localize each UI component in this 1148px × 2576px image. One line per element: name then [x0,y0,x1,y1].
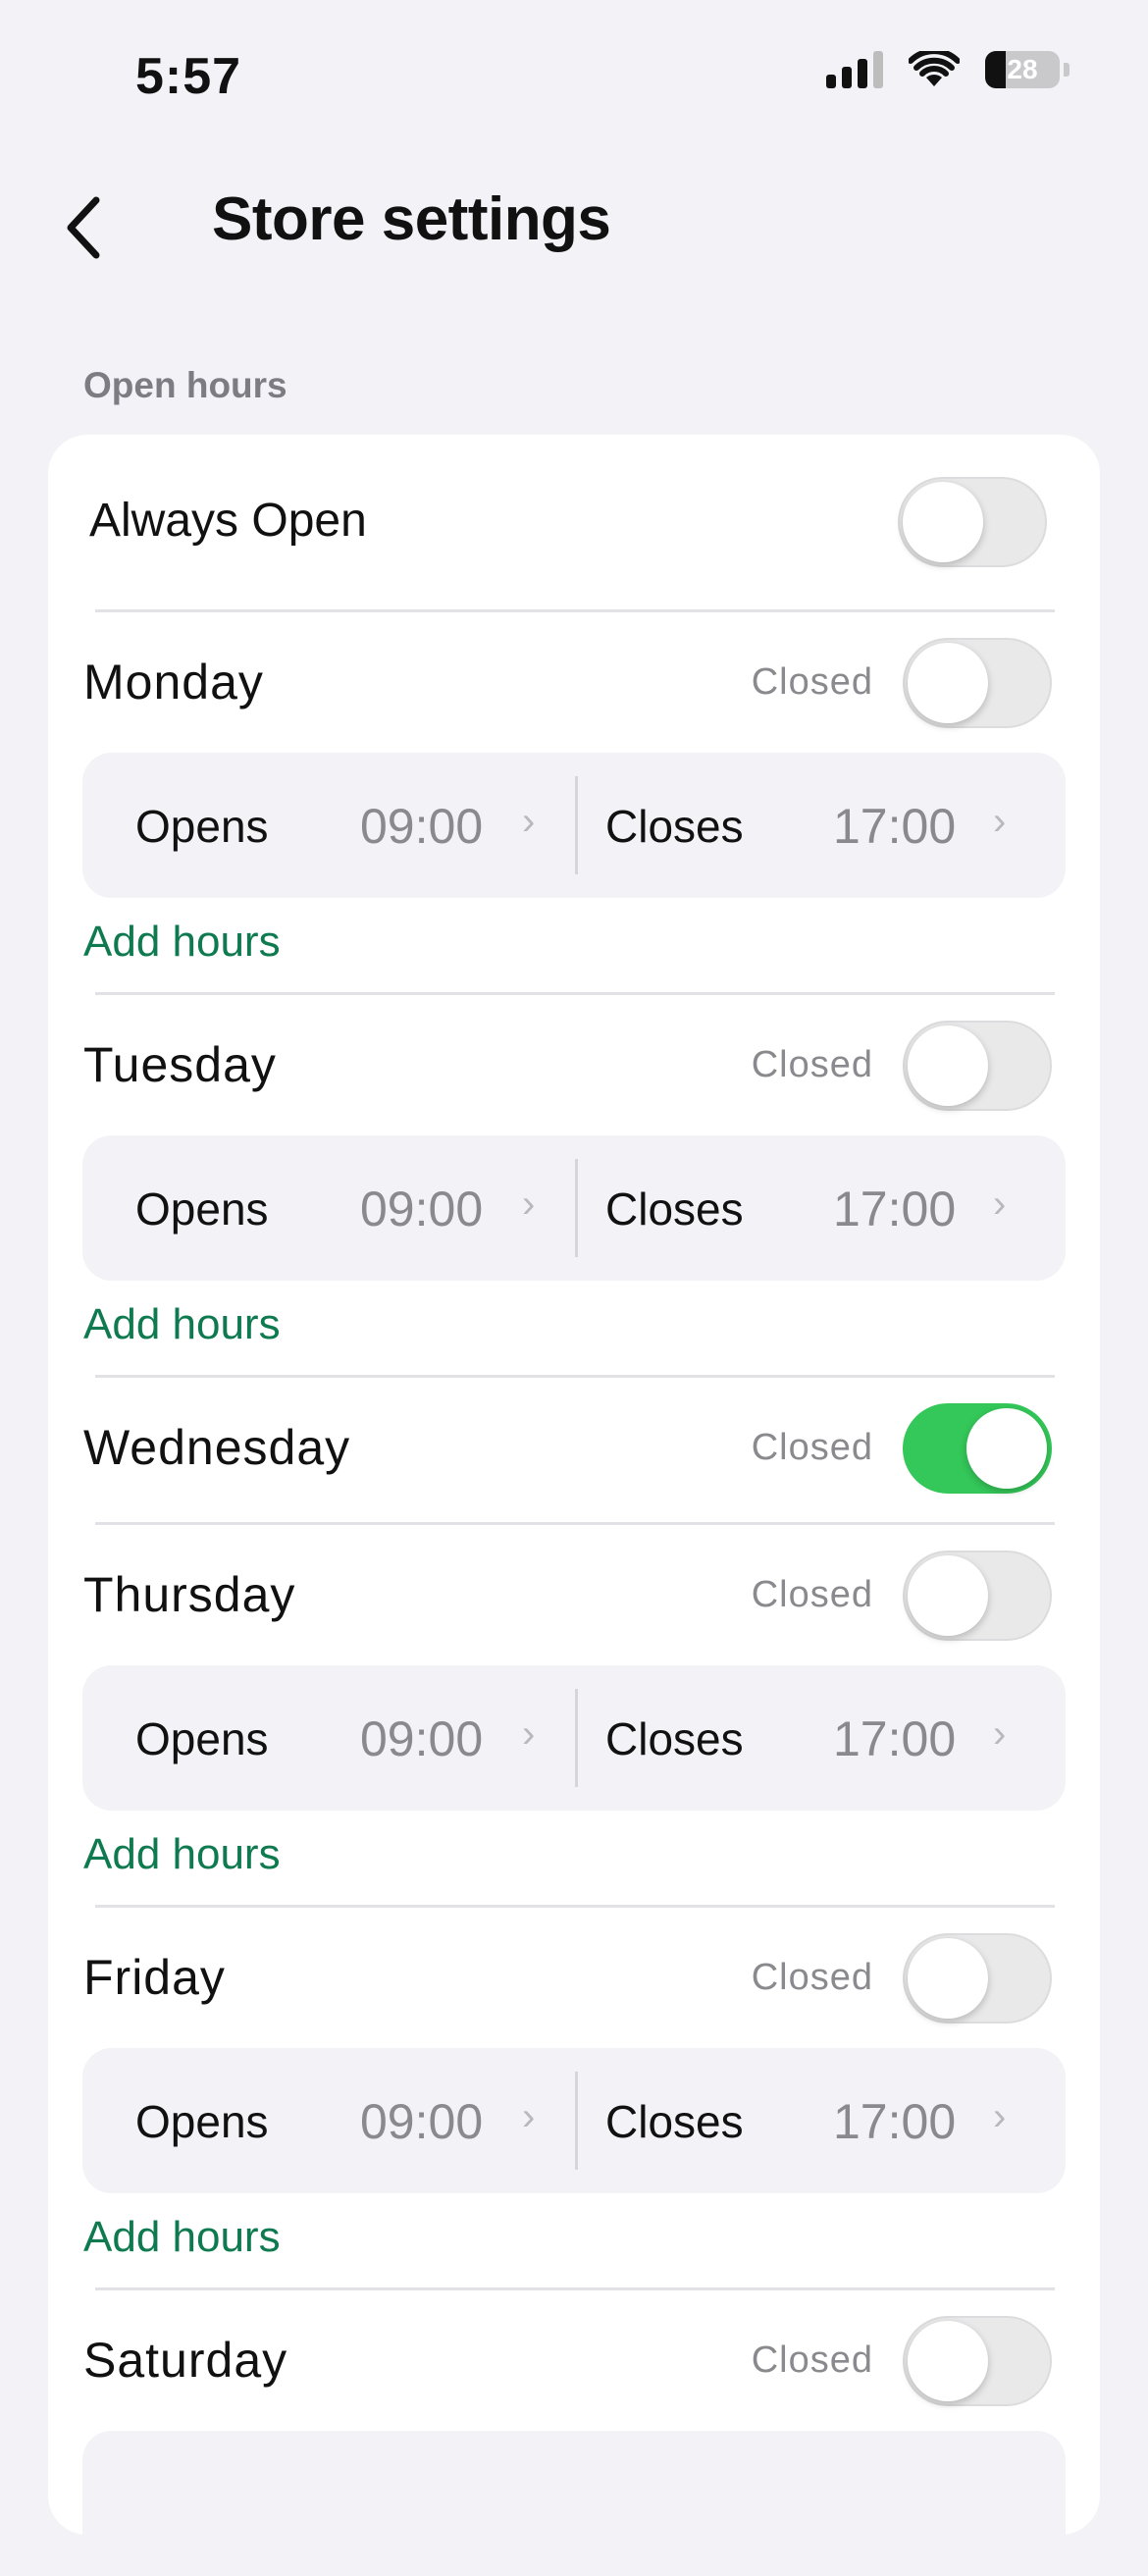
cellular-signal-icon [826,51,883,88]
chevron-right-icon: › [522,2095,536,2138]
day-name: Friday [83,1950,226,2005]
day-tuesday: Tuesday Closed Opens 09:00 › Closes 17:0… [48,995,1100,1378]
tuesday-closed-toggle[interactable] [903,1021,1052,1111]
add-hours-link[interactable]: Add hours [83,1300,281,1349]
hours-range: Opens 09:00 › Closes 17:00 › [82,1665,1066,1811]
opens-time-picker[interactable]: Opens 09:00 › [82,1135,573,1281]
closes-time-picker[interactable]: Closes 17:00 › [575,753,1066,898]
status-bar: 5:57 28 [0,0,1148,147]
closed-label: Closed [751,1427,873,1468]
monday-closed-toggle[interactable] [903,638,1052,728]
day-monday: Monday Closed Opens 09:00 › Closes 17:00… [48,612,1100,995]
hours-range: Opens 09:00 › Closes 17:00 › [82,753,1066,898]
closes-value: 17:00 [833,799,957,854]
open-hours-card: Always Open Monday Closed Opens 09:00 › … [48,435,1100,2576]
opens-time-picker[interactable]: Opens 09:00 › [82,753,573,898]
chevron-right-icon: › [522,800,536,843]
battery-level: 28 [1007,54,1038,84]
chevron-right-icon: › [522,1712,536,1756]
opens-label: Opens [135,1183,269,1235]
wednesday-closed-toggle[interactable] [903,1403,1052,1494]
closes-label: Closes [605,1713,744,1764]
opens-label: Opens [135,801,269,852]
day-name: Saturday [83,2333,288,2388]
status-time: 5:57 [135,48,242,105]
page-title: Store settings [212,185,611,253]
opens-label: Opens [135,1713,269,1764]
day-friday: Friday Closed Opens 09:00 › Closes 17:00… [48,1908,1100,2290]
chevron-right-icon: › [993,2095,1007,2138]
closes-value: 17:00 [833,2094,957,2149]
hours-range: Opens 09:00 › Closes 17:00 › [82,2048,1066,2193]
hours-range [82,2431,1066,2576]
chevron-right-icon: › [522,1183,536,1226]
saturday-closed-toggle[interactable] [903,2316,1052,2406]
closes-label: Closes [605,801,744,852]
always-open-label: Always Open [89,495,367,547]
day-name: Tuesday [83,1037,277,1092]
battery-icon: 28 [985,51,1060,88]
closes-value: 17:00 [833,1711,957,1766]
closed-label: Closed [751,1044,873,1085]
closes-time-picker[interactable]: Closes 17:00 › [575,2048,1066,2193]
always-open-toggle[interactable] [898,477,1047,567]
always-open-row: Always Open [48,435,1100,611]
chevron-right-icon: › [993,800,1007,843]
opens-time-picker[interactable]: Opens 09:00 › [82,2048,573,2193]
closes-label: Closes [605,2096,744,2147]
hours-range: Opens 09:00 › Closes 17:00 › [82,1135,1066,1281]
day-wednesday: Wednesday Closed [48,1378,1100,1525]
closes-time-picker[interactable]: Closes 17:00 › [575,1135,1066,1281]
friday-closed-toggle[interactable] [903,1933,1052,2024]
battery-nub [1064,63,1070,77]
closed-label: Closed [751,1574,873,1615]
section-header-open-hours: Open hours [83,365,287,405]
wifi-icon [909,51,960,86]
add-hours-link[interactable]: Add hours [83,1830,281,1879]
closed-label: Closed [751,2339,873,2381]
chevron-right-icon: › [993,1712,1007,1756]
day-name: Monday [83,655,264,710]
closes-label: Closes [605,1183,744,1235]
opens-value: 09:00 [360,1711,484,1766]
closed-label: Closed [751,1957,873,1998]
opens-value: 09:00 [360,1182,484,1236]
closes-time-picker[interactable]: Closes 17:00 › [575,1665,1066,1811]
add-hours-link[interactable]: Add hours [83,918,281,967]
opens-value: 09:00 [360,2094,484,2149]
chevron-right-icon: › [993,1183,1007,1226]
thursday-closed-toggle[interactable] [903,1551,1052,1641]
chevron-left-icon [67,196,100,259]
add-hours-link[interactable]: Add hours [83,2213,281,2262]
opens-value: 09:00 [360,799,484,854]
navigation-bar: Store settings [0,147,1148,294]
closes-value: 17:00 [833,1182,957,1236]
day-saturday: Saturday Closed [48,2290,1100,2576]
opens-time-picker[interactable]: Opens 09:00 › [82,1665,573,1811]
day-name: Thursday [83,1567,296,1622]
day-name: Wednesday [83,1420,351,1475]
day-thursday: Thursday Closed Opens 09:00 › Closes 17:… [48,1525,1100,1908]
closed-label: Closed [751,661,873,703]
status-icons: 28 [826,51,1070,88]
back-button[interactable] [57,188,116,267]
opens-label: Opens [135,2096,269,2147]
